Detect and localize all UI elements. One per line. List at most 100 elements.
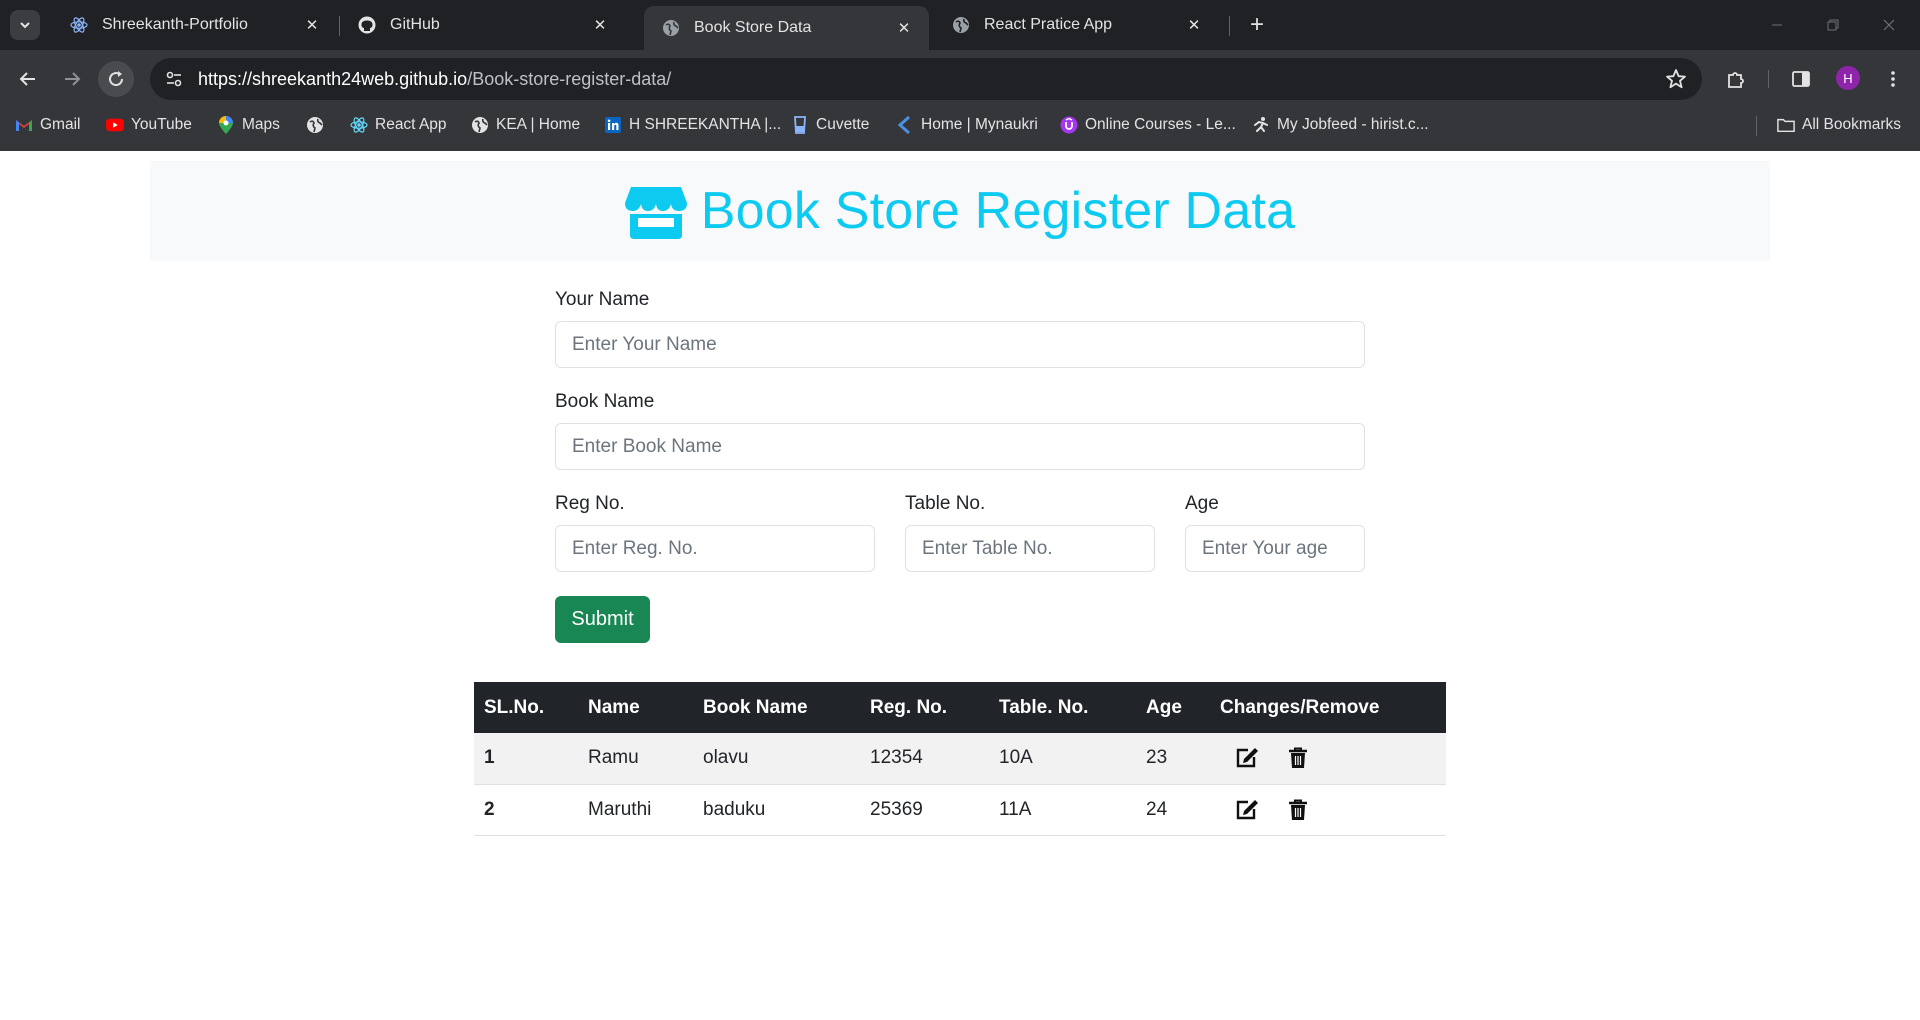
bookmark-gmail[interactable]: Gmail — [15, 108, 80, 142]
reload-icon — [109, 71, 124, 87]
gmail-icon — [15, 116, 33, 134]
name-label: Your Name — [555, 289, 650, 310]
tab-shreekanth-portfolio[interactable]: Shreekanth-Portfolio ✕ — [52, 8, 337, 42]
table-no-label: Table No. — [905, 493, 986, 514]
close-icon[interactable]: ✕ — [589, 14, 611, 36]
side-panel-button[interactable] — [1785, 63, 1817, 95]
bookmark-label: Gmail — [40, 116, 81, 133]
edit-icon[interactable] — [1234, 797, 1260, 823]
cell-age: 24 — [1136, 784, 1210, 836]
address-bar[interactable]: https://shreekanth24web.github.io/Book-s… — [150, 58, 1702, 100]
cell-table: 11A — [989, 784, 1136, 836]
url-path: /Book-store-register-data/ — [467, 68, 672, 89]
page-content: Book Store Register Data Your Name Book … — [0, 151, 1920, 1020]
name-input[interactable] — [555, 321, 1365, 368]
bookmark-linkedin[interactable]: H SHREEKANTHA |... — [604, 108, 781, 142]
globe-icon — [952, 16, 970, 34]
bookmark-globe[interactable] — [306, 108, 331, 142]
cell-age: 23 — [1136, 733, 1210, 785]
youtube-icon — [106, 116, 124, 134]
tab-book-store-data[interactable]: Book Store Data ✕ — [644, 6, 929, 50]
udemy-icon — [1060, 116, 1078, 134]
bookmark-label: H SHREEKANTHA |... — [629, 116, 782, 133]
bookmark-hirist[interactable]: My Jobfeed - hirist.c... — [1252, 108, 1429, 142]
bookmark-mynaukri[interactable]: Home | Mynaukri — [896, 108, 1038, 142]
back-button[interactable] — [10, 61, 46, 97]
column-header: Book Name — [693, 682, 860, 733]
bookmark-label: KEA | Home — [496, 116, 581, 133]
tab-strip: Shreekanth-Portfolio ✕ GitHub ✕ Book Sto… — [0, 0, 1920, 50]
new-tab-button[interactable]: + — [1243, 11, 1271, 39]
reload-button[interactable] — [98, 61, 134, 97]
book-name-label: Book Name — [555, 391, 655, 412]
cell-sl: 2 — [474, 784, 578, 836]
column-header: Reg. No. — [860, 682, 989, 733]
submit-button[interactable]: Submit — [555, 596, 650, 643]
forward-button[interactable] — [54, 61, 90, 97]
reg-no-input[interactable] — [555, 525, 875, 572]
bookmark-label: My Jobfeed - hirist.c... — [1277, 116, 1429, 133]
close-icon — [1883, 19, 1895, 31]
age-input[interactable] — [1185, 525, 1365, 572]
cell-name: Maruthi — [578, 784, 693, 836]
globe-icon — [471, 116, 489, 134]
github-icon — [358, 16, 376, 34]
tab-react-pratice-app[interactable]: React Pratice App ✕ — [934, 8, 1219, 42]
close-icon[interactable]: ✕ — [893, 17, 915, 39]
bookmark-label: React App — [375, 116, 447, 133]
cell-reg: 12354 — [860, 733, 989, 785]
bookmark-label: Online Courses - Le... — [1085, 116, 1236, 133]
bookmark-react-app[interactable]: React App — [350, 108, 447, 142]
cell-book: baduku — [693, 784, 860, 836]
bookmark-label: All Bookmarks — [1802, 116, 1902, 133]
column-header: SL.No. — [474, 682, 578, 733]
restore-button[interactable] — [1818, 10, 1848, 40]
cell-reg: 25369 — [860, 784, 989, 836]
column-header: Age — [1136, 682, 1210, 733]
column-header: Name — [578, 682, 693, 733]
restore-icon — [1827, 19, 1839, 31]
tab-title: Book Store Data — [694, 19, 812, 36]
side-panel-icon — [1792, 71, 1810, 87]
close-icon[interactable]: ✕ — [1183, 14, 1205, 36]
folder-icon — [1777, 116, 1795, 134]
url-host: https://shreekanth24web.github.io — [198, 68, 468, 89]
site-settings-icon[interactable] — [154, 58, 194, 100]
bookmark-youtube[interactable]: YouTube — [106, 108, 192, 142]
minimize-button[interactable] — [1762, 10, 1792, 40]
react-icon — [350, 116, 368, 134]
bookmark-kea-home[interactable]: KEA | Home — [471, 108, 580, 142]
bookmark-star-icon[interactable] — [1664, 67, 1688, 91]
age-label: Age — [1185, 493, 1219, 514]
reg-no-label: Reg No. — [555, 493, 625, 514]
book-name-input[interactable] — [555, 423, 1365, 470]
profile-avatar[interactable]: H — [1836, 66, 1860, 90]
cell-name: Ramu — [578, 733, 693, 785]
edit-icon[interactable] — [1234, 745, 1260, 771]
column-header: Table. No. — [989, 682, 1136, 733]
tab-title: Shreekanth-Portfolio — [102, 16, 248, 33]
extensions-button[interactable] — [1720, 63, 1752, 95]
tab-github[interactable]: GitHub ✕ — [340, 8, 625, 42]
tab-search-button[interactable] — [10, 10, 40, 40]
menu-button[interactable] — [1877, 63, 1909, 95]
tab-title: GitHub — [390, 16, 440, 33]
puzzle-icon — [1728, 72, 1744, 88]
all-bookmarks-button[interactable]: All Bookmarks — [1777, 108, 1901, 142]
close-icon[interactable]: ✕ — [301, 14, 323, 36]
mynaukri-icon — [896, 116, 914, 134]
cell-actions — [1210, 784, 1446, 836]
trash-icon[interactable] — [1285, 797, 1311, 823]
close-window-button[interactable] — [1874, 10, 1904, 40]
page-title: Book Store Register Data — [700, 182, 1296, 240]
table-no-input[interactable] — [905, 525, 1155, 572]
linkedin-icon — [604, 116, 622, 134]
bookmark-label: YouTube — [131, 116, 192, 133]
bookmark-online-courses[interactable]: Online Courses - Le... — [1060, 108, 1236, 142]
tab-title: React Pratice App — [984, 16, 1113, 33]
hirist-icon — [1252, 116, 1270, 134]
bookmark-cuvette[interactable]: Cuvette — [791, 108, 869, 142]
url-text: https://shreekanth24web.github.io/Book-s… — [198, 69, 671, 90]
trash-icon[interactable] — [1285, 745, 1311, 771]
bookmark-maps[interactable]: Maps — [217, 108, 280, 142]
